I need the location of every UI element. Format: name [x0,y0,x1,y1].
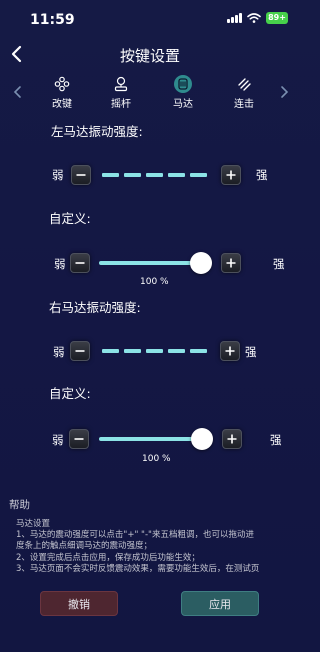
slider-track [99,437,203,441]
right-strong-label: 强 [245,345,257,359]
slider-track [99,261,202,265]
tab-label: 改键 [52,99,72,110]
right-minus-button[interactable] [70,341,90,361]
signal-icon [227,13,242,23]
tab-turbo[interactable]: 连击 [224,75,264,110]
tab-label: 连击 [234,99,254,110]
left-weak-label: 弱 [52,168,64,182]
right-custom-weak-label: 弱 [52,433,64,447]
tab-motor[interactable]: 马达 [163,75,203,110]
left-slider-value: 100 % [140,277,169,287]
help-line: 3、马达页面不会实时反馈震动效果，需要功能生效后，在测试页 [16,563,260,574]
tab-bar: 改键 摇杆 马达 连击 [0,75,300,115]
turbo-icon [235,75,253,93]
tab-label: 马达 [173,99,193,110]
right-plus-button[interactable] [220,341,240,361]
left-minus-button[interactable] [71,165,91,185]
left-custom-label: 自定义: [49,211,91,226]
cancel-button[interactable]: 撤销 [40,591,118,616]
right-custom-slider[interactable] [99,437,203,441]
minus-icon [76,174,86,176]
tab-remap[interactable]: 改键 [42,75,82,110]
minus-icon [75,350,85,352]
plus-icon [227,434,237,444]
right-custom-minus-button[interactable] [69,429,89,449]
plus-icon [225,346,235,356]
left-strong-label: 强 [256,168,268,182]
right-slider-value: 100 % [142,454,171,464]
help-line: 度条上的触点细调马达的震动强度； [16,541,153,552]
joystick-icon [112,75,130,93]
left-custom-minus-button[interactable] [70,253,90,273]
help-line: 1、马达的震动强度可以点击"+" "-"来五档粗调，也可以拖动进 [16,530,254,541]
right-slider-knob[interactable] [191,428,213,450]
right-custom-strong-label: 强 [270,433,282,447]
battery-icon: 89+ [266,12,288,24]
left-slider-knob[interactable] [190,252,212,274]
right-custom-label: 自定义: [49,386,91,401]
plus-icon [226,258,236,268]
help-text: 马达设置 1、马达的震动强度可以点击"+" "-"来五档粗调，也可以拖动进 度条… [16,519,298,575]
wifi-icon [247,13,261,23]
help-line: 2、设置完成后点击应用，保存成功后功能生效； [16,552,200,563]
right-motor-title: 右马达振动强度: [49,300,141,315]
status-time: 11:59 [30,12,75,28]
tab-prev-icon[interactable] [12,84,24,100]
page-title: 按键设置 [119,47,180,65]
right-strength-levels [102,349,207,353]
left-custom-weak-label: 弱 [54,257,66,271]
right-custom-plus-button[interactable] [222,429,242,449]
right-weak-label: 弱 [53,345,65,359]
apply-button[interactable]: 应用 [181,591,259,616]
left-strength-levels [102,173,207,177]
status-icons: 89+ [227,12,288,24]
left-custom-plus-button[interactable] [221,253,241,273]
minus-icon [75,262,85,264]
minus-icon [74,438,84,440]
left-custom-strong-label: 强 [273,257,285,271]
left-plus-button[interactable] [221,165,241,185]
help-title: 帮助 [9,499,30,511]
left-custom-slider[interactable] [99,261,202,265]
motor-icon [174,75,192,93]
left-motor-title: 左马达振动强度: [51,124,143,139]
tab-label: 摇杆 [111,99,131,110]
gamepad-icon [53,75,71,93]
tab-joystick[interactable]: 摇杆 [101,75,141,110]
plus-icon [226,170,236,180]
tab-next-icon[interactable] [278,84,290,100]
help-line: 马达设置 [16,519,51,529]
